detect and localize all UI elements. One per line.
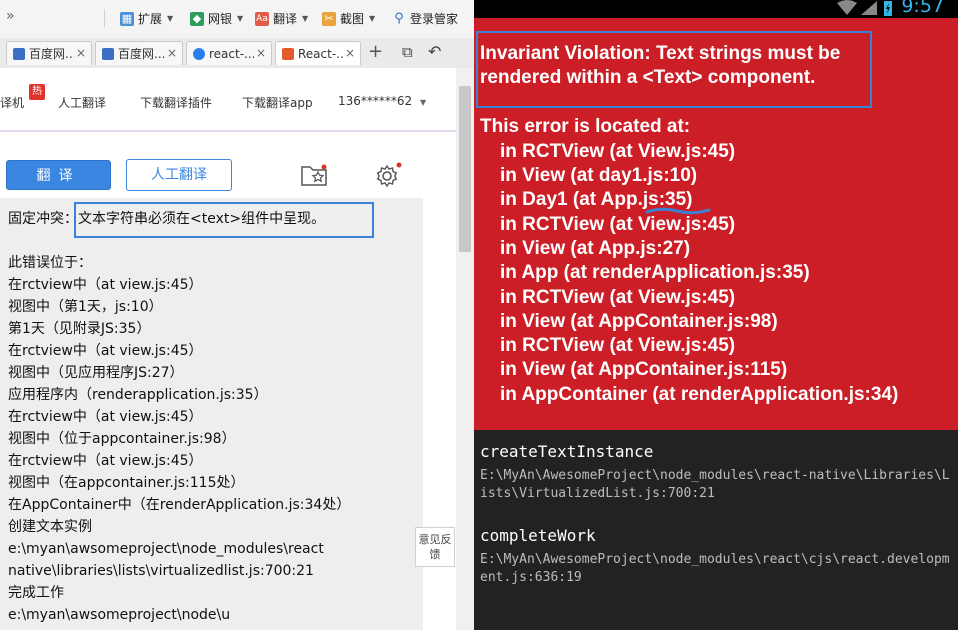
grid-icon: ▦ <box>120 11 134 26</box>
output-line: 视图中（在appcontainer.js:115处） <box>8 475 245 491</box>
nav-item-translator-device[interactable]: 译机 <box>0 94 24 111</box>
bank-icon: ◆ <box>190 11 204 26</box>
stack-line: in RCTView (at View.js:45) <box>500 335 736 356</box>
translate-icon: Aa <box>255 11 269 26</box>
output-line: 完成工作 <box>8 585 64 601</box>
translate-button[interactable]: 翻译 <box>6 160 111 190</box>
favorite-folder-icon[interactable] <box>300 163 328 187</box>
wifi-icon <box>837 0 857 15</box>
output-line: 在rctview中（at view.js:45） <box>8 409 203 425</box>
chevron-down-icon: ▼ <box>237 14 244 23</box>
toolbar-translate-label: 翻译 <box>273 12 298 26</box>
stack-line: in View (at AppContainer.js:98) <box>500 311 778 332</box>
browser-toolbar: » ▦ 扩展 ▼ ◆ 网银 ▼ Aa 翻译 ▼ ✂ 截图 ▼ ⚲ 登录管家 <box>0 0 474 39</box>
tab-baidu-1[interactable]: 百度网... × <box>6 41 92 65</box>
toolbar-ebank-button[interactable]: ◆ 网银 ▼ <box>190 10 243 27</box>
output-line: 创建文本实例 <box>8 519 92 535</box>
frame-path: E:\MyAn\AwesomeProject\node_modules\reac… <box>480 552 950 585</box>
frame-function-name: createTextInstance <box>480 442 654 461</box>
output-line: e:\myan\awsomeproject\node\u <box>8 607 231 623</box>
chevron-down-icon: ▼ <box>420 98 427 107</box>
toolbar-translate-button[interactable]: Aa 翻译 ▼ <box>255 10 308 27</box>
tab-title: 百度网... <box>29 47 77 61</box>
scrollbar-thumb[interactable] <box>459 86 471 252</box>
tab-strip: 百度网... × 百度网... × react-... × React-... … <box>0 38 474 69</box>
user-account-menu[interactable]: 136******62 ▼ <box>338 94 426 108</box>
paw-favicon-icon <box>193 47 205 60</box>
battery-icon <box>884 1 892 16</box>
key-search-icon: ⚲ <box>394 10 404 26</box>
tab-title: React-... <box>298 46 348 61</box>
close-icon[interactable]: × <box>73 46 86 60</box>
hot-badge: 热 <box>29 84 45 100</box>
translator-nav: 译机 热 人工翻译 下载翻译插件 下载翻译app 136******62 ▼ <box>0 68 456 132</box>
highlight-box <box>74 202 374 238</box>
toolbar-divider <box>104 9 105 27</box>
baidu-favicon-icon <box>13 47 25 60</box>
output-line: 视图中（见应用程序JS:27） <box>8 365 184 381</box>
toolbar-login-manager-button[interactable]: ⚲ 登录管家 <box>392 10 458 27</box>
tab-title: 百度网... <box>118 47 166 61</box>
android-status-bar: 9:57 <box>474 0 958 18</box>
output-line: 此错误位于： <box>8 255 92 271</box>
nav-item-download-app[interactable]: 下载翻译app <box>242 94 313 111</box>
frame-function-name: completeWork <box>480 526 596 545</box>
status-clock: 9:57 <box>901 0 944 17</box>
undo-close-tab-icon[interactable]: ↶ <box>428 42 441 61</box>
output-line: 视图中（第1天，js:10） <box>8 299 163 315</box>
toolbar-login-manager-label: 登录管家 <box>410 12 459 26</box>
scissors-icon: ✂ <box>322 11 336 26</box>
stack-line: in RCTView (at View.js:45) <box>500 141 736 162</box>
stack-heading: This error is located at: <box>480 116 691 137</box>
csdn-favicon-icon <box>282 47 294 60</box>
tab-react-1[interactable]: react-... × <box>186 41 272 65</box>
browser-window: » ▦ 扩展 ▼ ◆ 网银 ▼ Aa 翻译 ▼ ✂ 截图 ▼ ⚲ 登录管家 百度… <box>0 0 474 630</box>
output-line: 第1天（见附录JS:35） <box>8 321 151 337</box>
highlight-box <box>476 31 872 108</box>
chevron-down-icon: ▼ <box>167 14 174 23</box>
toolbar-screenshot-button[interactable]: ✂ 截图 ▼ <box>322 10 375 27</box>
stack-line: in View (at day1.js:10) <box>500 165 698 186</box>
close-icon[interactable]: × <box>342 46 355 60</box>
output-line: 在rctview中（at view.js:45） <box>8 343 203 359</box>
stack-line: in RCTView (at View.js:45) <box>500 287 736 308</box>
stack-line: in App (at renderApplication.js:35) <box>500 262 810 283</box>
toolbar-screenshot-label: 截图 <box>340 12 365 26</box>
close-icon[interactable]: × <box>253 46 266 60</box>
toolbar-ebank-label: 网银 <box>208 12 233 26</box>
baidu-favicon-icon <box>102 47 114 60</box>
nav-item-human-translate[interactable]: 人工翻译 <box>58 94 106 111</box>
output-line: 在rctview中（at view.js:45） <box>8 277 203 293</box>
toolbar-extensions-button[interactable]: ▦ 扩展 ▼ <box>120 10 173 27</box>
chevron-down-icon: ▼ <box>369 14 376 23</box>
stack-line: in View (at App.js:27) <box>500 238 691 259</box>
tab-baidu-2[interactable]: 百度网... × <box>95 41 183 65</box>
close-icon[interactable]: × <box>164 46 177 60</box>
toolbar-extensions-label: 扩展 <box>138 12 163 26</box>
tab-react-2[interactable]: React-... × <box>275 41 361 65</box>
stack-line: in View (at AppContainer.js:115) <box>500 359 788 380</box>
output-line: native\libraries\lists\virtualizedlist.j… <box>8 563 314 579</box>
gear-icon[interactable] <box>374 161 402 189</box>
output-line: 视图中（位于appcontainer.js:98） <box>8 431 236 447</box>
nav-item-download-plugin[interactable]: 下载翻译插件 <box>140 94 212 111</box>
tab-title: react-... <box>209 46 256 61</box>
human-translate-button[interactable]: 人工翻译 <box>126 159 232 191</box>
output-line: 应用程序内（renderapplication.js:35） <box>8 387 268 403</box>
output-line: e:\myan\awsomeproject\node_modules\react <box>8 541 324 557</box>
restore-window-icon[interactable]: ⧉ <box>402 43 413 61</box>
output-line: 在AppContainer中（在renderApplication.js:34处… <box>8 497 351 513</box>
translation-output-panel: 固定冲突：文本字符串必须在<text>组件中呈现。 此错误位于： 在rctvie… <box>0 198 423 630</box>
user-id: 136******62 <box>338 94 413 108</box>
feedback-button[interactable]: 意见反馈 <box>415 527 455 567</box>
toolbar-overflow-button[interactable]: » <box>6 8 15 24</box>
new-tab-button[interactable]: + <box>368 41 383 62</box>
stack-line: in RCTView (at View.js:45) <box>500 214 736 235</box>
signal-icon <box>861 1 877 15</box>
chevron-down-icon: ▼ <box>302 14 309 23</box>
stack-line: in AppContainer (at renderApplication.js… <box>500 384 899 405</box>
pen-annotation-mark <box>645 207 711 215</box>
frame-path: E:\MyAn\AwesomeProject\node_modules\reac… <box>480 468 950 501</box>
output-line: 在rctview中（at view.js:45） <box>8 453 203 469</box>
